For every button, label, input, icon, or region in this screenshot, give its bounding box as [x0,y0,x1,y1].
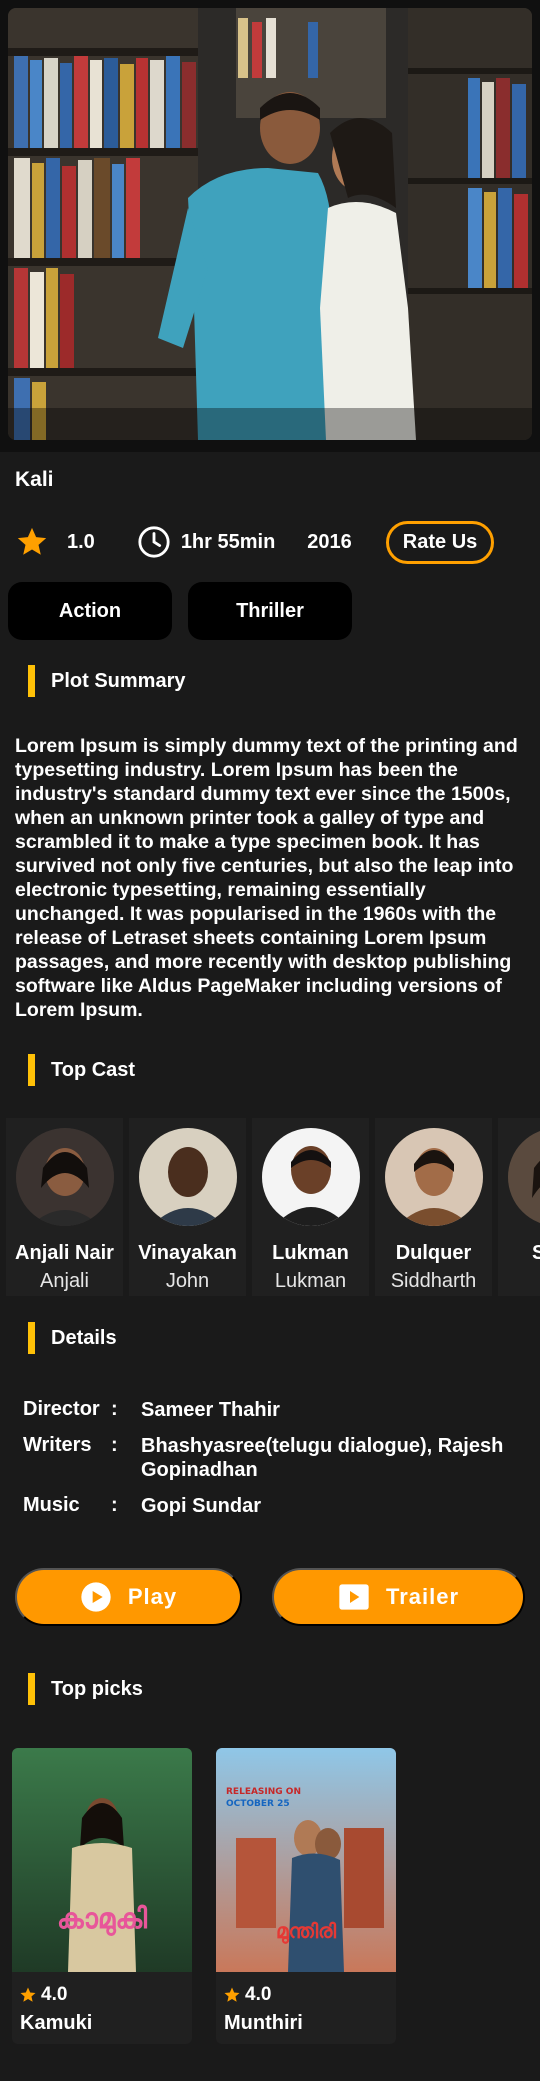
cast-avatar [508,1128,540,1226]
director-row: Director : Sameer Thahir [23,1398,533,1422]
clock-icon [138,526,170,558]
plot-summary-heading: Plot Summary [28,665,185,697]
cast-role: Siddharth [390,1270,477,1292]
music-value: Gopi Sundar [141,1495,261,1517]
section-marker [28,1322,35,1354]
cast-card[interactable]: Vinayakan John [129,1118,246,1296]
pick-rating: 4.0 [223,1984,271,2006]
cast-role: Lukman [274,1270,347,1292]
plot-summary-text: Lorem Ipsum is simply dummy text of the … [15,735,518,1021]
section-marker [28,665,35,697]
cast-name: Sai P [532,1242,540,1264]
star-icon [20,1987,36,2002]
cast-carousel[interactable]: Anjali Nair Anjali Vinayakan John Lukman… [0,1118,540,1296]
runtime-group: 1hr 55min [137,525,275,559]
section-title: Top picks [51,1677,143,1700]
top-cast-heading: Top Cast [28,1054,135,1086]
pick-poster: കാമുകി [12,1748,192,1972]
star-icon [224,1987,240,2002]
movie-runtime: 1hr 55min [180,530,276,553]
details-heading: Details [28,1322,117,1354]
cast-name: Lukman [272,1242,349,1264]
svg-text:RELEASING ON: RELEASING ON [226,1787,301,1797]
cast-role: An [488,1270,540,1293]
writers-label: Writers [23,1434,92,1456]
cast-role: John [165,1270,210,1292]
writers-value: Bhashyasree(telugu dialogue), Rajesh Gop… [141,1435,504,1481]
writers-row: Writers : Bhashyasree(telugu dialogue), … [23,1434,533,1482]
section-title: Plot Summary [51,669,186,692]
section-title: Top Cast [51,1058,136,1081]
director-value: Sameer Thahir [141,1399,280,1421]
svg-text:OCTOBER 25: OCTOBER 25 [226,1799,290,1809]
cast-avatar [16,1128,114,1226]
music-row: Music : Gopi Sundar [23,1494,533,1518]
music-label: Music [23,1494,80,1516]
cast-card[interactable]: Lukman Lukman [252,1118,369,1296]
pick-card-munthiri[interactable]: RELEASING ON OCTOBER 25 മുന്തിരി 4.0 Mun… [216,1748,396,2044]
play-button[interactable]: Play [15,1568,242,1626]
video-icon [339,1584,369,1610]
cast-avatar [139,1128,237,1226]
play-label: Play [127,1584,178,1609]
cast-name: Anjali Nair [15,1242,114,1264]
cast-card[interactable]: Sai P An [498,1118,540,1296]
top-picks-list: കാമുകി 4.0 Kamuki RELEASING ON OCTOBER 2… [12,1748,396,2044]
section-marker [28,1054,35,1086]
cast-card[interactable]: Dulquer Siddharth [375,1118,492,1296]
action-buttons: Play Trailer [15,1568,525,1626]
pick-poster: RELEASING ON OCTOBER 25 മുന്തിരി [216,1748,396,1972]
movie-backdrop-image [8,8,532,440]
hero-banner [0,0,540,452]
colon: : [111,1494,118,1516]
svg-text:കാമുകി: കാമുകി [57,1902,148,1936]
pick-rating-value: 4.0 [41,1984,68,2005]
cast-role: Anjali [40,1270,89,1292]
pick-rating: 4.0 [19,1984,67,2006]
section-marker [28,1673,35,1705]
genre-list: Action Thriller [8,582,352,640]
cast-card[interactable]: Anjali Nair Anjali [6,1118,123,1296]
star-icon [17,527,47,555]
movie-rating: 1.0 [67,530,95,553]
pick-title: Munthiri [224,2012,303,2034]
section-title: Details [51,1326,117,1349]
pick-card-kamuki[interactable]: കാമുകി 4.0 Kamuki [12,1748,192,2044]
colon: : [111,1398,118,1420]
movie-title: Kali [15,468,54,491]
pick-rating-value: 4.0 [245,1984,272,2005]
director-label: Director [23,1398,100,1420]
play-icon [81,1582,111,1612]
details-table: Director : Sameer Thahir Writers : Bhash… [23,1398,533,1530]
cast-avatar [262,1128,360,1226]
colon: : [111,1434,118,1456]
cast-name: Vinayakan [138,1242,237,1264]
svg-text:മുന്തിരി: മുന്തിരി [276,1919,337,1944]
movie-meta-row: 1.0 1hr 55min 2016 Rate Us [15,518,535,566]
movie-year: 2016 [307,530,352,553]
trailer-label: Trailer [385,1584,460,1609]
genre-chip-thriller[interactable]: Thriller [188,582,352,640]
cast-name: Dulquer [395,1242,472,1264]
cast-avatar [385,1128,483,1226]
rate-us-button[interactable]: Rate Us [385,520,495,564]
pick-title: Kamuki [20,2012,93,2034]
trailer-button[interactable]: Trailer [272,1568,525,1626]
genre-chip-action[interactable]: Action [8,582,172,640]
top-picks-heading: Top picks [28,1673,143,1705]
